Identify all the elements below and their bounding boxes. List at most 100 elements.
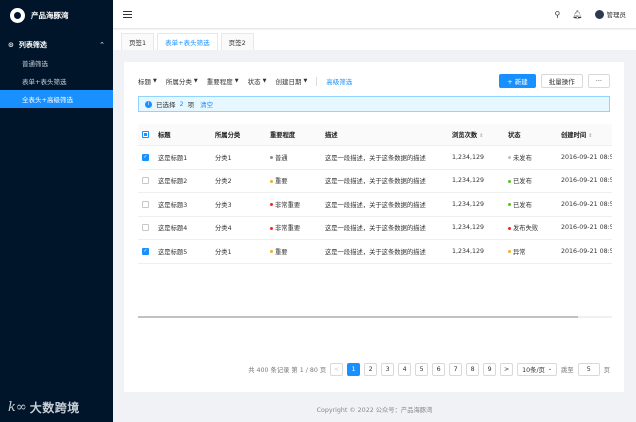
- search-icon[interactable]: ⚲: [554, 10, 560, 19]
- sidebar-item-basic-filter[interactable]: 普通筛选: [0, 54, 113, 72]
- watermark: k∞ 大数跨境: [8, 399, 80, 416]
- row-checkbox[interactable]: ✓: [142, 247, 149, 255]
- filter-title[interactable]: 标题 ▼: [138, 76, 157, 86]
- cell-importance: 重要: [264, 247, 319, 256]
- cell-status: 已发布: [502, 176, 555, 185]
- table-row[interactable]: 这是标题3 分类3 非常重要 这是一段描述，关于这条数据的描述 1,234,129 已发布…: [138, 193, 612, 217]
- page-button[interactable]: 4: [398, 362, 412, 376]
- page-button[interactable]: 1: [347, 362, 361, 376]
- select-all-checkbox[interactable]: [142, 131, 149, 138]
- sidebar-item-advanced-filter[interactable]: 全表头+高级筛选: [0, 90, 113, 108]
- new-button[interactable]: + 新建: [499, 74, 536, 88]
- cell-created: 2016-09-21 08:50: [561, 153, 612, 161]
- status-label: 已发布: [513, 201, 532, 209]
- sidebar-item-form-header-filter[interactable]: 表单+表头筛选: [0, 72, 113, 90]
- page-button[interactable]: 8: [466, 362, 480, 376]
- cell-status: 异常: [502, 247, 555, 256]
- tab-page1[interactable]: 页签1: [121, 33, 155, 50]
- status-label: 异常: [513, 248, 526, 256]
- column-header-importance[interactable]: 重要程度: [264, 130, 319, 139]
- selection-prefix: 已选择: [156, 101, 176, 109]
- chevron-up-icon: ⌃: [99, 41, 105, 49]
- importance-dot: [270, 250, 273, 254]
- menu-group-header[interactable]: ⊙ 列表筛选 ⌃: [0, 36, 113, 54]
- page-button[interactable]: 5: [415, 362, 429, 376]
- page-button[interactable]: 2: [364, 362, 378, 376]
- cell-title: 这是标题1: [158, 154, 188, 162]
- column-header-category[interactable]: 所属分类: [209, 130, 264, 139]
- filter-created-date[interactable]: 创建日期 ▼: [275, 76, 307, 86]
- status-dot: [508, 156, 511, 160]
- column-header-views[interactable]: 浏览次数 ⇕: [446, 130, 502, 139]
- table-header-row: 标题 所属分类 重要程度 描述 浏览次数 ⇕ 状态 创建时间 ⇕: [138, 124, 612, 146]
- cell-created: 2016-09-21 08:50: [561, 224, 612, 232]
- more-button[interactable]: ···: [587, 74, 610, 88]
- page-size-value: 10条/页: [522, 366, 545, 374]
- table-row[interactable]: 这是标题2 分类2 重要 这是一段描述，关于这条数据的描述 1,234,129 已发布 20…: [138, 170, 612, 193]
- cell-desc: 这是一段描述，关于这条数据的描述: [325, 225, 426, 233]
- tab-form-header-filter[interactable]: 表单+表头筛选: [157, 33, 218, 50]
- column-header-desc: 描述: [325, 132, 338, 139]
- user-name: 管理员: [606, 11, 627, 19]
- pagination-summary: 共 400 条记录 第 1 / 80 页: [248, 366, 327, 374]
- menu-toggle-icon[interactable]: [123, 10, 132, 18]
- cell-status: 未发布: [502, 153, 555, 162]
- watermark-text: 大数跨境: [29, 401, 80, 415]
- caret-down-icon: ▼: [193, 78, 198, 84]
- column-header-status[interactable]: 状态: [502, 130, 555, 139]
- status-label: 发布失败: [513, 225, 539, 233]
- menu-group-list-filter: ⊙ 列表筛选 ⌃ 普通筛选 表单+表头筛选 全表头+高级筛选: [0, 36, 113, 108]
- row-checkbox[interactable]: [142, 177, 149, 185]
- filter-label: 状态: [247, 78, 261, 86]
- importance-label: 重要: [275, 248, 288, 256]
- row-checkbox[interactable]: [142, 224, 149, 232]
- filter-status[interactable]: 状态 ▼: [248, 76, 267, 86]
- page-size-select[interactable]: 10条/页 ⌄: [517, 362, 558, 376]
- selection-count: 2: [179, 100, 184, 108]
- column-header-title[interactable]: 标题: [152, 130, 209, 139]
- row-checkbox[interactable]: ✓: [142, 153, 149, 161]
- cell-title: 这是标题4: [158, 225, 188, 233]
- menu-group-label: 列表筛选: [18, 41, 47, 49]
- scrollbar-thumb[interactable]: [138, 316, 578, 318]
- selection-alert: i 已选择 2 项 清空: [138, 96, 610, 112]
- tab-page2[interactable]: 页签2: [220, 33, 254, 50]
- importance-label: 非常重要: [275, 225, 301, 233]
- clock-icon: ⊙: [8, 41, 14, 49]
- table-row[interactable]: ✓ 这是标题1 分类1 普通 这是一段描述，关于这条数据的描述 1,234,129 未发布 2…: [138, 146, 612, 170]
- logo-icon: [10, 7, 25, 23]
- page-button[interactable]: 6: [432, 362, 446, 376]
- next-page-button[interactable]: >: [500, 362, 514, 376]
- clear-selection-link[interactable]: 清空: [200, 99, 213, 109]
- divider: [316, 76, 318, 86]
- jump-page-input[interactable]: 5: [577, 362, 600, 376]
- caret-down-icon: ▼: [153, 78, 157, 84]
- caret-down-icon: ▼: [234, 78, 239, 84]
- user-menu[interactable]: 管理员: [594, 9, 627, 19]
- cell-views: 1,234,129: [452, 200, 485, 208]
- avatar: [594, 9, 604, 19]
- importance-label: 普通: [275, 154, 288, 162]
- caret-down-icon: ▼: [303, 78, 308, 84]
- cell-importance: 普通: [264, 153, 319, 162]
- horizontal-scrollbar[interactable]: [138, 316, 612, 318]
- page-button[interactable]: 3: [381, 362, 395, 376]
- cell-category: 分类3: [215, 201, 232, 209]
- table-row[interactable]: 这是标题4 分类4 非常重要 这是一段描述，关于这条数据的描述 1,234,129 发布失…: [138, 217, 612, 240]
- cell-category: 分类2: [215, 178, 232, 186]
- batch-action-button[interactable]: 批量操作: [540, 74, 583, 88]
- row-checkbox[interactable]: [142, 200, 149, 208]
- column-header-created[interactable]: 创建时间 ⇕: [555, 130, 612, 139]
- filter-importance[interactable]: 重要程度 ▼: [207, 76, 239, 86]
- cell-category: 分类1: [215, 154, 232, 162]
- sort-icon[interactable]: ⇕: [588, 133, 592, 139]
- table-row[interactable]: ✓ 这是标题5 分类1 重要 这是一段描述，关于这条数据的描述 1,234,129 异常 20…: [138, 240, 612, 264]
- sort-icon[interactable]: ⇕: [479, 133, 483, 139]
- bell-icon[interactable]: 🔔︎: [572, 10, 582, 19]
- page-button[interactable]: 7: [449, 362, 463, 376]
- prev-page-button[interactable]: <: [330, 362, 344, 376]
- cell-title: 这是标题3: [158, 201, 188, 209]
- advanced-filter-link[interactable]: 高级筛选: [326, 76, 352, 86]
- page-button[interactable]: 9: [483, 362, 497, 376]
- filter-category[interactable]: 所属分类 ▼: [166, 76, 198, 86]
